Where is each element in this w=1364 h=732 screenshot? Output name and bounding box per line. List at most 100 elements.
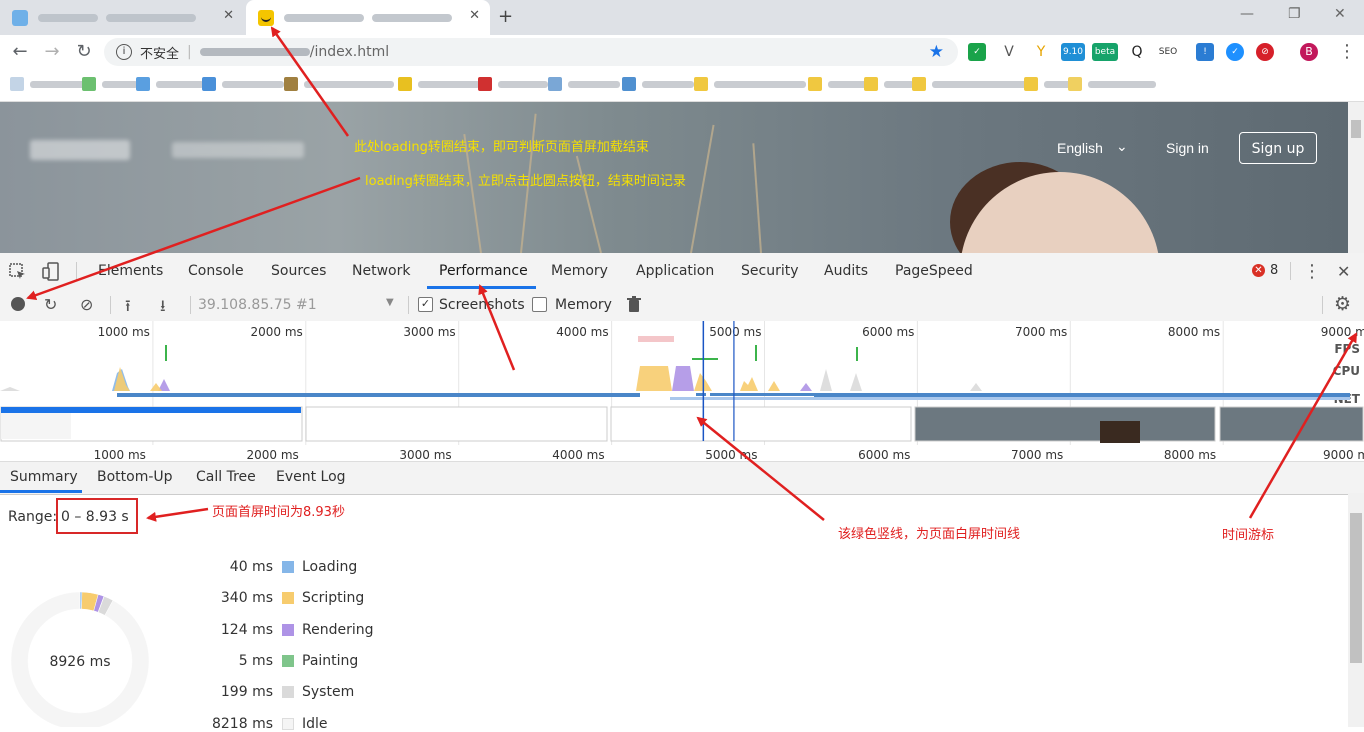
tab-event-log[interactable]: Event Log (276, 469, 346, 485)
annotation-loading-end: 此处loading转圈结束，即可判断页面首屏加载结束 (354, 140, 649, 155)
inspect-element-icon[interactable] (9, 263, 27, 281)
v-extension-icon[interactable]: V (1000, 43, 1018, 61)
bookmark-item[interactable] (912, 77, 1028, 91)
address-bar[interactable]: i 不安全 | /index.html ★ (104, 38, 958, 66)
tab-call-tree[interactable]: Call Tree (196, 469, 256, 485)
reload-icon[interactable]: ↻ (73, 41, 95, 62)
bookmark-item[interactable] (398, 77, 480, 91)
tab-performance[interactable]: Performance (439, 263, 528, 279)
memory-label[interactable]: Memory (555, 297, 612, 313)
download-profile-icon[interactable]: ⭳ (160, 295, 166, 322)
tab-audits[interactable]: Audits (824, 263, 868, 279)
restore-button[interactable]: ❐ (1288, 6, 1301, 22)
network-bar (814, 393, 1350, 397)
bookmark-item[interactable] (1068, 77, 1156, 91)
q-extension-icon[interactable]: Q (1128, 43, 1146, 61)
minimize-button[interactable]: — (1240, 6, 1254, 22)
bookmark-label-redacted (222, 80, 284, 88)
error-icon[interactable]: ✕ (1252, 264, 1265, 277)
toolbar-divider (76, 262, 77, 280)
record-button-icon[interactable] (11, 297, 25, 311)
info-icon[interactable]: i (116, 44, 132, 60)
bookmark-icon (202, 77, 216, 91)
bookmark-item[interactable] (548, 77, 620, 91)
timeline-overview-chart[interactable]: 1000 ms 2000 ms 3000 ms 4000 ms 5000 ms 6000 … (0, 321, 1364, 462)
devtools-close-icon[interactable]: ✕ (1337, 262, 1350, 281)
screenshots-label[interactable]: Screenshots (439, 297, 525, 313)
page-scrollbar[interactable] (1348, 102, 1364, 253)
bookmark-item[interactable] (808, 77, 868, 91)
forward-arrow-icon[interactable]: → (41, 41, 63, 62)
summary-row-value: 5 ms (238, 652, 273, 669)
tab-memory[interactable]: Memory (551, 263, 608, 279)
summary-scrollbar[interactable] (1348, 493, 1364, 727)
tab-sources[interactable]: Sources (271, 263, 326, 279)
seo-extension-icon[interactable]: SEO (1158, 43, 1178, 61)
check-extension-icon[interactable]: ✓ (1226, 43, 1244, 61)
site-logo-redacted[interactable] (30, 140, 130, 160)
sign-in-link[interactable]: Sign in (1166, 140, 1209, 156)
bookmark-item[interactable] (284, 77, 394, 91)
tab-security[interactable]: Security (741, 263, 799, 279)
bookmark-star-icon[interactable]: ★ (929, 42, 944, 62)
y-extension-icon[interactable]: Y (1032, 43, 1050, 61)
bookmark-item[interactable] (864, 77, 914, 91)
chrome-menu-icon[interactable]: ⋮ (1338, 41, 1356, 62)
reload-record-icon[interactable]: ↻ (44, 295, 57, 314)
version-extension-icon[interactable]: 9.10 (1061, 43, 1085, 61)
chevron-down-icon[interactable]: ⌄ (1116, 138, 1128, 155)
tab-close-icon[interactable]: ✕ (469, 8, 480, 23)
devtools-menu-icon[interactable]: ⋮ (1303, 261, 1321, 282)
tab-summary[interactable]: Summary (10, 469, 78, 485)
alert-extension-icon[interactable]: ! (1196, 43, 1214, 61)
bookmark-item[interactable] (82, 77, 138, 91)
tab-close-icon[interactable]: ✕ (223, 8, 234, 23)
bookmark-item[interactable] (1024, 77, 1074, 91)
bookmark-item[interactable] (202, 77, 284, 91)
stop-extension-icon[interactable]: ⊘ (1256, 43, 1274, 61)
bookmark-icon (10, 77, 24, 91)
bookmark-label-redacted (304, 80, 394, 88)
window-close-button[interactable]: ✕ (1334, 6, 1346, 22)
new-tab-button[interactable]: + (498, 6, 513, 27)
bookmark-item[interactable] (136, 77, 204, 91)
tab-title-redacted (372, 13, 452, 22)
clear-icon[interactable]: ⊘ (80, 295, 93, 314)
browser-tab-1[interactable]: ✕ (0, 0, 244, 35)
tab-elements[interactable]: Elements (98, 263, 163, 279)
summary-row-label: Painting (302, 652, 359, 669)
bookmark-item[interactable] (694, 77, 806, 91)
bookmark-label-redacted (884, 80, 914, 88)
bookmark-label-redacted (714, 80, 806, 88)
dropdown-caret-icon[interactable]: ▼ (386, 297, 394, 308)
recording-select[interactable]: 39.108.85.75 #1 (198, 297, 317, 313)
summary-row-swatch (282, 561, 294, 573)
memory-checkbox[interactable] (532, 297, 547, 312)
screenshots-checkbox[interactable]: ✓ (418, 297, 433, 312)
back-arrow-icon[interactable]: ← (9, 41, 31, 62)
tab-network[interactable]: Network (352, 263, 410, 279)
bookmark-item[interactable] (10, 77, 90, 91)
scrollbar-thumb[interactable] (1351, 120, 1361, 138)
upload-profile-icon[interactable]: ⭱ (125, 295, 131, 322)
shield-extension-icon[interactable]: ✓ (968, 43, 986, 61)
profile-avatar[interactable]: B (1300, 43, 1318, 61)
browser-tab-2[interactable]: ✕ (246, 0, 490, 35)
settings-gear-icon[interactable]: ⚙ (1334, 293, 1351, 315)
timeline-overview[interactable]: 1000 ms 2000 ms 3000 ms 4000 ms 5000 ms 6000 … (0, 321, 1364, 462)
language-selector[interactable]: English (1057, 140, 1103, 156)
beta-extension-icon[interactable]: beta (1092, 43, 1118, 61)
tab-console[interactable]: Console (188, 263, 244, 279)
tab-pagespeed[interactable]: PageSpeed (895, 263, 973, 279)
scrollbar-thumb[interactable] (1350, 513, 1362, 663)
screenshot-frame-header (1, 407, 301, 413)
garbage-collect-icon[interactable] (627, 296, 641, 313)
tab-application[interactable]: Application (636, 263, 714, 279)
bookmark-item[interactable] (478, 77, 548, 91)
bookmark-item[interactable] (622, 77, 694, 91)
tab-bottom-up[interactable]: Bottom-Up (97, 469, 173, 485)
device-toolbar-icon[interactable] (42, 262, 62, 282)
sign-up-button[interactable]: Sign up (1239, 132, 1317, 164)
error-count[interactable]: 8 (1270, 263, 1278, 278)
summary-row-label: System (302, 684, 355, 701)
